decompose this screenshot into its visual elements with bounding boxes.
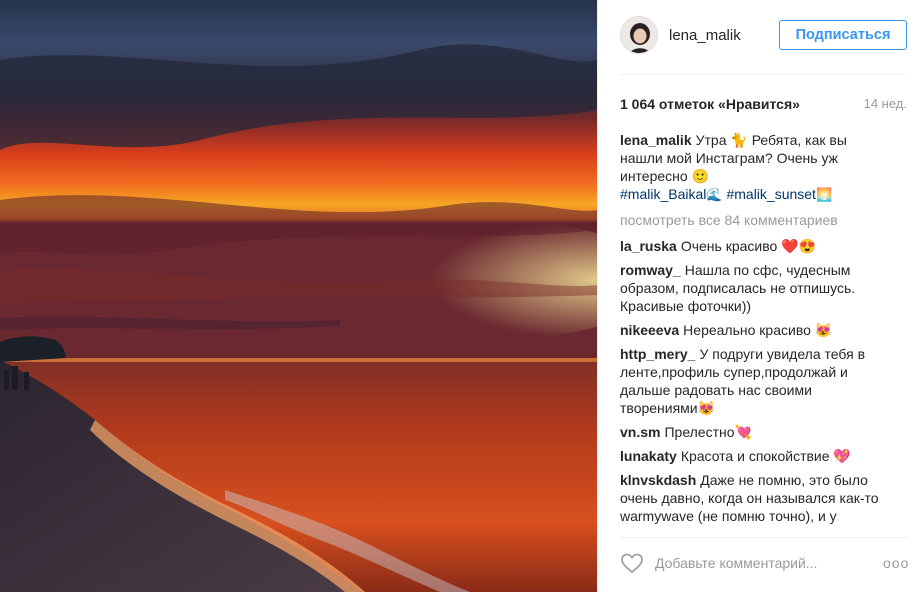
hashtag-link[interactable]: #malik_Baikal [620,186,706,202]
post-username[interactable]: lena_malik [669,27,741,44]
post-photo[interactable] [0,0,597,592]
hashtag-link[interactable]: #malik_sunset [726,186,816,202]
caption: lena_malik Утра 🐈 Ребята, как вы нашли мо… [620,131,890,185]
comment-item: nikeeeva Нереально красиво 😻 [620,321,890,339]
heart-outline-icon[interactable] [620,551,644,575]
comment-item: klnvskdash Даже не помню, это было очень … [620,471,890,525]
add-comment-input[interactable]: Добавьте комментарий... [655,555,817,571]
comment-item: vn.sm Прелестно💘 [620,423,890,441]
comment-username[interactable]: lunakaty [620,448,677,464]
comment-username[interactable]: klnvskdash [620,472,696,488]
comment-username[interactable]: la_ruska [620,238,677,254]
comment-text: Красота и спокойствие 💖 [680,448,851,464]
comment-username[interactable]: nikeeeva [620,322,679,338]
post-details-panel: lena_malik Подписаться 1 064 отметок «Нр… [597,0,915,592]
comment-username[interactable]: http_mery_ [620,346,695,362]
comment-text: Нереально красиво 😻 [683,322,833,338]
comment-item: lunakaty Красота и спокойствие 💖 [620,447,890,465]
post-age[interactable]: 14 нед. [864,96,907,111]
caption-username[interactable]: lena_malik [620,132,692,148]
comment-username[interactable]: romway_ [620,262,681,278]
comment-username[interactable]: vn.sm [620,424,660,440]
footer-divider [620,537,907,538]
wave-emoji-icon: 🌊 [706,187,723,202]
user-avatar-icon [621,17,657,53]
view-all-comments-link[interactable]: посмотреть все 84 комментариев [620,211,890,229]
sunset-emoji-icon: 🌅 [815,187,833,202]
comments-list[interactable]: lena_malik Утра 🐈 Ребята, как вы нашли мо… [620,131,890,528]
comment-text: Очень красиво ❤️😍 [680,238,817,254]
header-divider [620,74,907,75]
likes-count[interactable]: 1 064 отметок «Нравится» [620,96,800,112]
comment-item: la_ruska Очень красиво ❤️😍 [620,237,890,255]
comment-item: http_mery_ У подруги увидела тебя в ленте… [620,345,890,417]
add-comment-bar: Добавьте комментарий... ооо [620,547,915,581]
comment-item: romway_ Нашла по сфс, чудесным образом, п… [620,261,890,315]
sunset-sea-image [0,0,597,592]
comment-text: Прелестно💘 [664,424,752,440]
follow-button[interactable]: Подписаться [779,20,907,50]
more-options-icon[interactable]: ооо [883,555,909,571]
caption-hashtags: #malik_Baikal🌊 #malik_sunset🌅 [620,185,890,204]
post-header: lena_malik Подписаться [598,0,915,74]
avatar[interactable] [620,16,658,54]
